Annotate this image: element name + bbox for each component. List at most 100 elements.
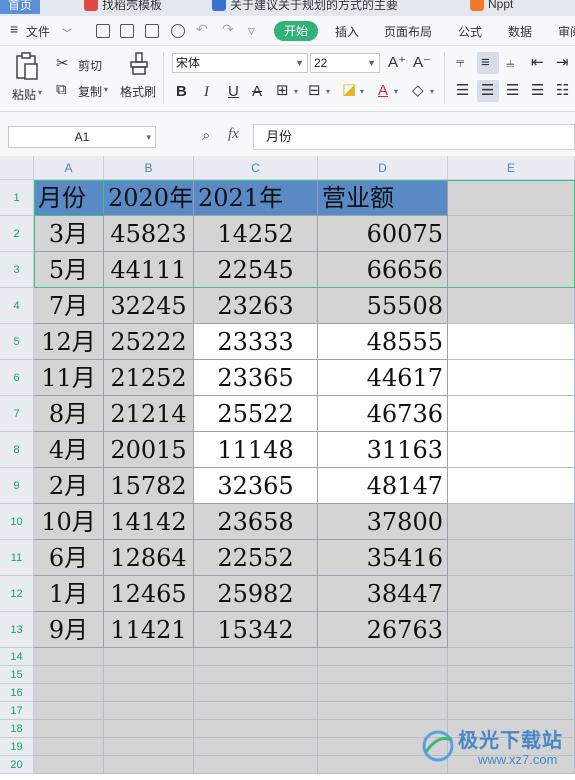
row-header-17[interactable]: 17 [0,702,34,720]
empty-cell[interactable] [104,666,194,684]
align-bottom-button[interactable]: ⫨ [502,52,524,74]
empty-cell[interactable] [34,738,104,756]
row-header-9[interactable]: 9 [0,468,34,504]
empty-cell[interactable] [194,666,318,684]
tab-insert[interactable]: 插入 [335,23,359,40]
cell-d4[interactable]: 55508 [318,288,448,324]
copy-dropdown-icon[interactable]: ▾ [104,85,108,94]
cell-c2[interactable]: 14252 [194,216,318,252]
empty-cell[interactable] [448,612,575,648]
cell-d10[interactable]: 37800 [318,504,448,540]
cell-d8[interactable]: 31163 [318,432,448,468]
tab-data[interactable]: 数据 [508,23,532,40]
cell-b11[interactable]: 12864 [104,540,194,576]
justify-button[interactable]: ☰ [527,80,549,102]
empty-cell[interactable] [104,684,194,702]
cell-d3[interactable]: 66656 [318,252,448,288]
row-header-2[interactable]: 2 [0,216,34,252]
font-name-select[interactable]: 宋体 ▼ [172,53,308,73]
empty-cell[interactable] [104,738,194,756]
empty-cell[interactable] [104,720,194,738]
cell-c3[interactable]: 22545 [194,252,318,288]
header-cell-a[interactable]: 月份 [34,180,104,216]
column-header-c[interactable]: C [194,156,318,180]
borders-dropdown-icon[interactable]: ▾ [294,87,298,96]
header-cell-b[interactable]: 2020年 [104,180,194,216]
distributed-button[interactable]: ☷ [552,80,574,102]
cell-b6[interactable]: 21252 [104,360,194,396]
cell-d7[interactable]: 46736 [318,396,448,432]
empty-cell[interactable] [104,648,194,666]
empty-cell[interactable] [194,720,318,738]
cell-a5[interactable]: 12月 [34,324,104,360]
empty-cell[interactable] [104,702,194,720]
row-header-14[interactable]: 14 [0,648,34,666]
column-header-d[interactable]: D [318,156,448,180]
format-painter-icon[interactable] [129,52,149,76]
shrink-font-icon[interactable]: A⁻ [413,55,431,71]
cell-a3[interactable]: 5月 [34,252,104,288]
empty-cell[interactable] [448,324,575,360]
row-header-18[interactable]: 18 [0,720,34,738]
tab-document[interactable]: 关于建议关于规划的方式的主要 [212,0,398,14]
empty-cell[interactable] [448,504,575,540]
copy-label[interactable]: 复制 [78,83,102,100]
empty-cell[interactable] [34,684,104,702]
align-middle-button[interactable]: ≡ [477,52,499,74]
italic-button[interactable]: I [204,84,209,100]
cell-b9[interactable]: 15782 [104,468,194,504]
font-size-select[interactable]: 22 ▼ [310,53,380,73]
name-box[interactable]: A1 ▾ [8,126,156,148]
empty-cell[interactable] [194,648,318,666]
clear-format-dropdown-icon[interactable]: ▾ [430,87,434,96]
cell-d9[interactable]: 48147 [318,468,448,504]
column-header-e[interactable]: E [448,156,575,180]
cell-a9[interactable]: 2月 [34,468,104,504]
cell-d13[interactable]: 26763 [318,612,448,648]
header-cell-c[interactable]: 2021年 [194,180,318,216]
redo-icon[interactable]: ↷ [222,21,234,38]
empty-cell[interactable] [318,666,448,684]
indent-increase-button[interactable]: ⇥ [552,52,574,74]
tab-template[interactable]: 找稻壳模板 [84,0,162,14]
fx-icon[interactable]: fx [228,126,239,143]
cell-c6[interactable]: 23365 [194,360,318,396]
formula-input[interactable]: 月份 [253,124,575,150]
cell-b2[interactable]: 45823 [104,216,194,252]
cell-b13[interactable]: 11421 [104,612,194,648]
cell-d11[interactable]: 35416 [318,540,448,576]
row-header-10[interactable]: 10 [0,504,34,540]
empty-cell[interactable] [448,576,575,612]
save-icon[interactable] [96,24,110,38]
cut-label[interactable]: 剪切 [78,57,102,74]
empty-cell[interactable] [34,720,104,738]
empty-cell[interactable] [448,216,575,252]
cell-d6[interactable]: 44617 [318,360,448,396]
row-header-16[interactable]: 16 [0,684,34,702]
align-right-button[interactable]: ☰ [502,80,524,102]
row-header-3[interactable]: 3 [0,252,34,288]
cell-c9[interactable]: 32365 [194,468,318,504]
row-header-4[interactable]: 4 [0,288,34,324]
empty-cell[interactable] [448,432,575,468]
cell-d2[interactable]: 60075 [318,216,448,252]
row-header-20[interactable]: 20 [0,756,34,774]
paste-button[interactable]: 粘贴 ▾ [10,50,46,106]
cell-b7[interactable]: 21214 [104,396,194,432]
row-header-12[interactable]: 12 [0,576,34,612]
tab-review[interactable]: 审阅 [558,23,575,40]
row-header-5[interactable]: 5 [0,324,34,360]
cell-c8[interactable]: 11148 [194,432,318,468]
quick-access-dropdown-icon[interactable]: ▽ [248,26,255,37]
empty-cell[interactable] [448,648,575,666]
tab-ppt[interactable]: Nppt [470,0,513,14]
row-header-6[interactable]: 6 [0,360,34,396]
header-cell-d[interactable]: 营业额 [318,180,448,216]
clear-format-icon[interactable]: ◇ [412,83,424,99]
format-painter-label[interactable]: 格式刷 [120,83,156,100]
fill-color-icon[interactable]: ◪ [342,82,356,98]
cell-b8[interactable]: 20015 [104,432,194,468]
cell-a2[interactable]: 3月 [34,216,104,252]
fill-color-dropdown-icon[interactable]: ▾ [360,87,364,96]
cell-c10[interactable]: 23658 [194,504,318,540]
